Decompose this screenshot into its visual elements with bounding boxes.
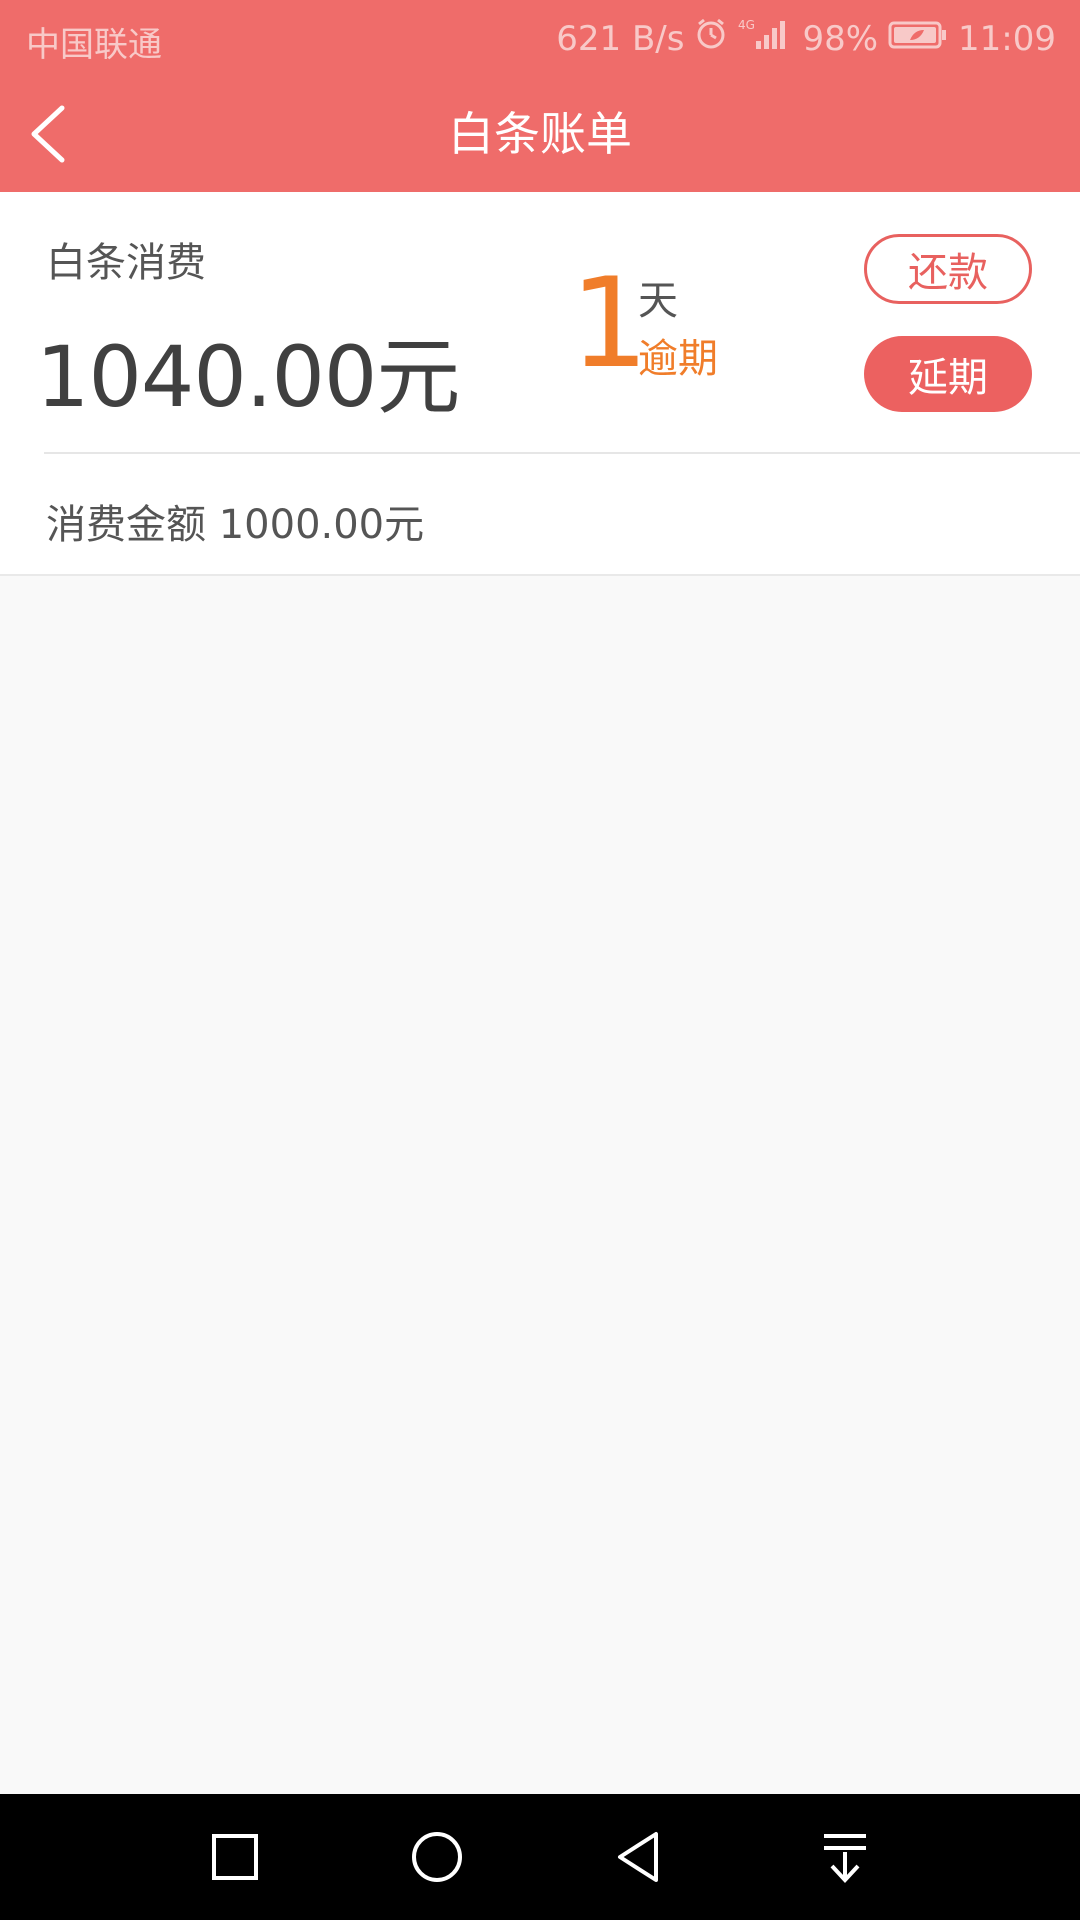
nav-back-button[interactable] xyxy=(606,1822,676,1892)
page-title: 白条账单 xyxy=(448,107,632,161)
battery-icon xyxy=(888,19,948,59)
notification-button[interactable] xyxy=(810,1822,880,1892)
home-icon xyxy=(412,1832,462,1882)
network-type: 4G xyxy=(738,18,755,32)
days-unit: 天 xyxy=(638,278,678,324)
carrier-name: 中国联通 xyxy=(26,25,162,65)
signal-icon: 4G xyxy=(738,17,792,60)
status-indicators: 621 B/s 4G 98% 11:09 xyxy=(556,17,1056,60)
alarm-icon xyxy=(694,17,728,60)
system-nav-bar xyxy=(0,1794,1080,1920)
detail-label: 消费金额 xyxy=(46,502,206,548)
clock: 11:09 xyxy=(958,18,1056,59)
recent-apps-icon xyxy=(212,1834,258,1880)
app-bar: 白条账单 xyxy=(0,76,1080,192)
battery-percent: 98% xyxy=(802,18,879,59)
consume-detail-row: 消费金额 1000.00元 xyxy=(46,492,424,550)
home-button[interactable] xyxy=(402,1822,472,1892)
back-arrow-icon xyxy=(31,105,65,163)
bill-card: 白条消费 1040.00元 1 天 逾期 还款 延期 消费金额 1000.00元 xyxy=(0,192,1080,576)
overdue-status: 逾期 xyxy=(638,336,718,382)
repay-button[interactable]: 还款 xyxy=(864,234,1032,304)
recent-apps-button[interactable] xyxy=(200,1822,270,1892)
detail-value: 1000.00元 xyxy=(218,502,425,548)
divider xyxy=(44,452,1080,454)
back-button[interactable] xyxy=(22,98,94,170)
network-speed: 621 B/s xyxy=(556,18,685,59)
status-bar: 中国联通 621 B/s 4G 98% 11:09 xyxy=(0,0,1080,76)
consume-amount: 1040.00元 xyxy=(36,328,460,426)
extend-button[interactable]: 延期 xyxy=(864,336,1032,412)
notification-pulldown-icon xyxy=(824,1834,866,1883)
back-icon xyxy=(618,1832,658,1882)
consume-label: 白条消费 xyxy=(46,240,206,286)
